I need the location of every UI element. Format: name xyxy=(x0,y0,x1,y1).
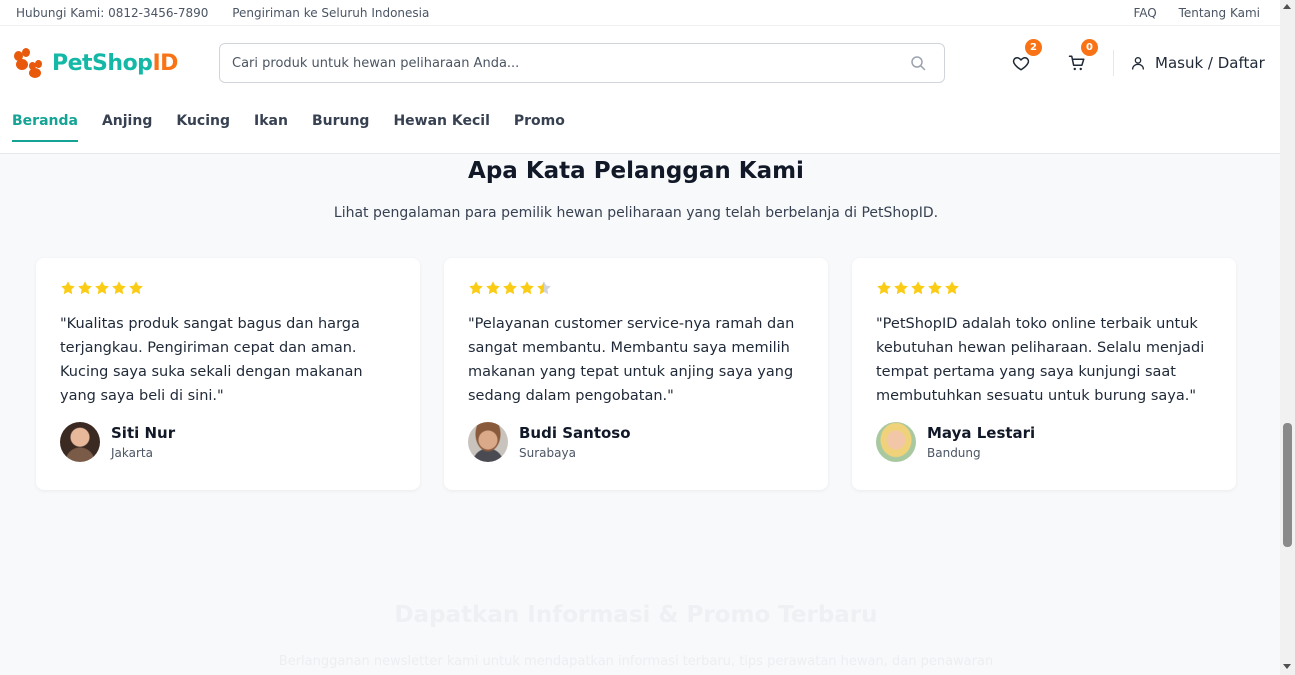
cart-button[interactable]: 0 xyxy=(1066,39,1098,74)
nav-item-promo[interactable]: Promo xyxy=(514,100,565,142)
scroll-down-arrow-icon[interactable] xyxy=(1283,664,1291,669)
paw-icon xyxy=(13,48,43,78)
newsletter-subtitle: Berlangganan newsletter kami untuk menda… xyxy=(278,654,994,669)
nav-item-burung[interactable]: Burung xyxy=(312,100,370,142)
header-divider xyxy=(1113,50,1114,76)
scroll-up-arrow-icon[interactable] xyxy=(1283,4,1291,9)
nav-item-anjing[interactable]: Anjing xyxy=(102,100,152,142)
testimonial-quote: "Pelayanan customer service-nya ramah da… xyxy=(468,316,795,404)
logo-text-accent: ID xyxy=(152,50,178,76)
star-icon xyxy=(945,281,959,295)
star-icon xyxy=(486,281,500,295)
customer-avatar xyxy=(60,422,100,462)
star-icon xyxy=(61,281,75,295)
testimonial-quote: "PetShopID adalah toko online terbaik un… xyxy=(876,316,1205,404)
customer-city: Bandung xyxy=(927,446,981,460)
star-icon xyxy=(928,281,942,295)
rating-stars xyxy=(876,280,1212,300)
customer-city: Jakarta xyxy=(111,446,153,460)
customer-name: Siti Nur xyxy=(111,424,176,442)
search-input[interactable] xyxy=(220,44,880,82)
login-register-button[interactable]: Masuk / Daftar xyxy=(1130,54,1265,72)
star-icon xyxy=(503,281,517,295)
customer-info: Budi Santoso Surabaya xyxy=(468,422,631,462)
user-icon xyxy=(1132,57,1144,70)
star-icon xyxy=(911,281,925,295)
scrollbar-thumb[interactable] xyxy=(1283,423,1292,547)
contact-info: Hubungi Kami: 0812-3456-7890 xyxy=(16,5,209,20)
nav-item-beranda[interactable]: Beranda xyxy=(12,100,78,142)
testimonials-title: Apa Kata Pelanggan Kami xyxy=(468,158,804,184)
customer-name: Maya Lestari xyxy=(927,424,1036,442)
testimonial-card: "PetShopID adalah toko online terbaik un… xyxy=(852,258,1236,490)
customer-info: Siti Nur Jakarta xyxy=(60,422,175,462)
star-icon xyxy=(894,281,908,295)
star-icon xyxy=(520,281,534,295)
search-box xyxy=(219,43,945,83)
customer-avatar xyxy=(468,422,508,462)
star-icon xyxy=(537,281,551,295)
wishlist-count-badge: 2 xyxy=(1025,39,1042,56)
testimonial-quote: "Kualitas produk sangat bagus dan harga … xyxy=(60,316,363,404)
rating-stars xyxy=(60,280,396,300)
cart-count-badge: 0 xyxy=(1081,39,1098,56)
customer-city: Surabaya xyxy=(519,446,576,460)
shipping-info: Pengiriman ke Seluruh Indonesia xyxy=(232,5,430,20)
category-nav: Beranda Anjing Kucing Ikan Burung Hewan … xyxy=(0,100,589,154)
site-logo[interactable]: PetShopID xyxy=(13,48,178,78)
site-header: Hubungi Kami: 0812-3456-7890 Pengiriman … xyxy=(0,0,1280,154)
nav-item-ikan[interactable]: Ikan xyxy=(254,100,288,142)
nav-item-hewan-kecil[interactable]: Hewan Kecil xyxy=(393,100,489,142)
star-icon xyxy=(95,281,109,295)
page-scrollbar[interactable] xyxy=(1280,0,1295,675)
nav-item-kucing[interactable]: Kucing xyxy=(176,100,230,142)
star-icon xyxy=(469,281,483,295)
top-bar: Hubungi Kami: 0812-3456-7890 Pengiriman … xyxy=(0,0,1280,26)
customer-avatar xyxy=(876,422,916,462)
customer-name: Budi Santoso xyxy=(519,424,631,442)
rating-stars xyxy=(468,280,804,300)
faq-link[interactable]: FAQ xyxy=(1134,6,1157,20)
wishlist-button[interactable]: 2 xyxy=(1010,39,1042,74)
newsletter-title: Dapatkan Informasi & Promo Terbaru xyxy=(394,602,878,628)
star-icon xyxy=(78,281,92,295)
testimonials-subtitle: Lihat pengalaman para pemilik hewan peli… xyxy=(333,205,939,221)
testimonial-card: "Pelayanan customer service-nya ramah da… xyxy=(444,258,828,490)
testimonial-card: "Kualitas produk sangat bagus dan harga … xyxy=(36,258,420,490)
logo-text-main: PetShop xyxy=(52,50,153,76)
login-label: Masuk / Daftar xyxy=(1155,54,1265,72)
heart-icon xyxy=(1012,57,1030,71)
search-icon[interactable] xyxy=(910,55,926,75)
star-icon xyxy=(877,281,891,295)
about-link[interactable]: Tentang Kami xyxy=(1179,6,1260,20)
customer-info: Maya Lestari Bandung xyxy=(876,422,1035,462)
star-icon xyxy=(112,281,126,295)
star-icon xyxy=(129,281,143,295)
cart-icon xyxy=(1068,55,1085,71)
